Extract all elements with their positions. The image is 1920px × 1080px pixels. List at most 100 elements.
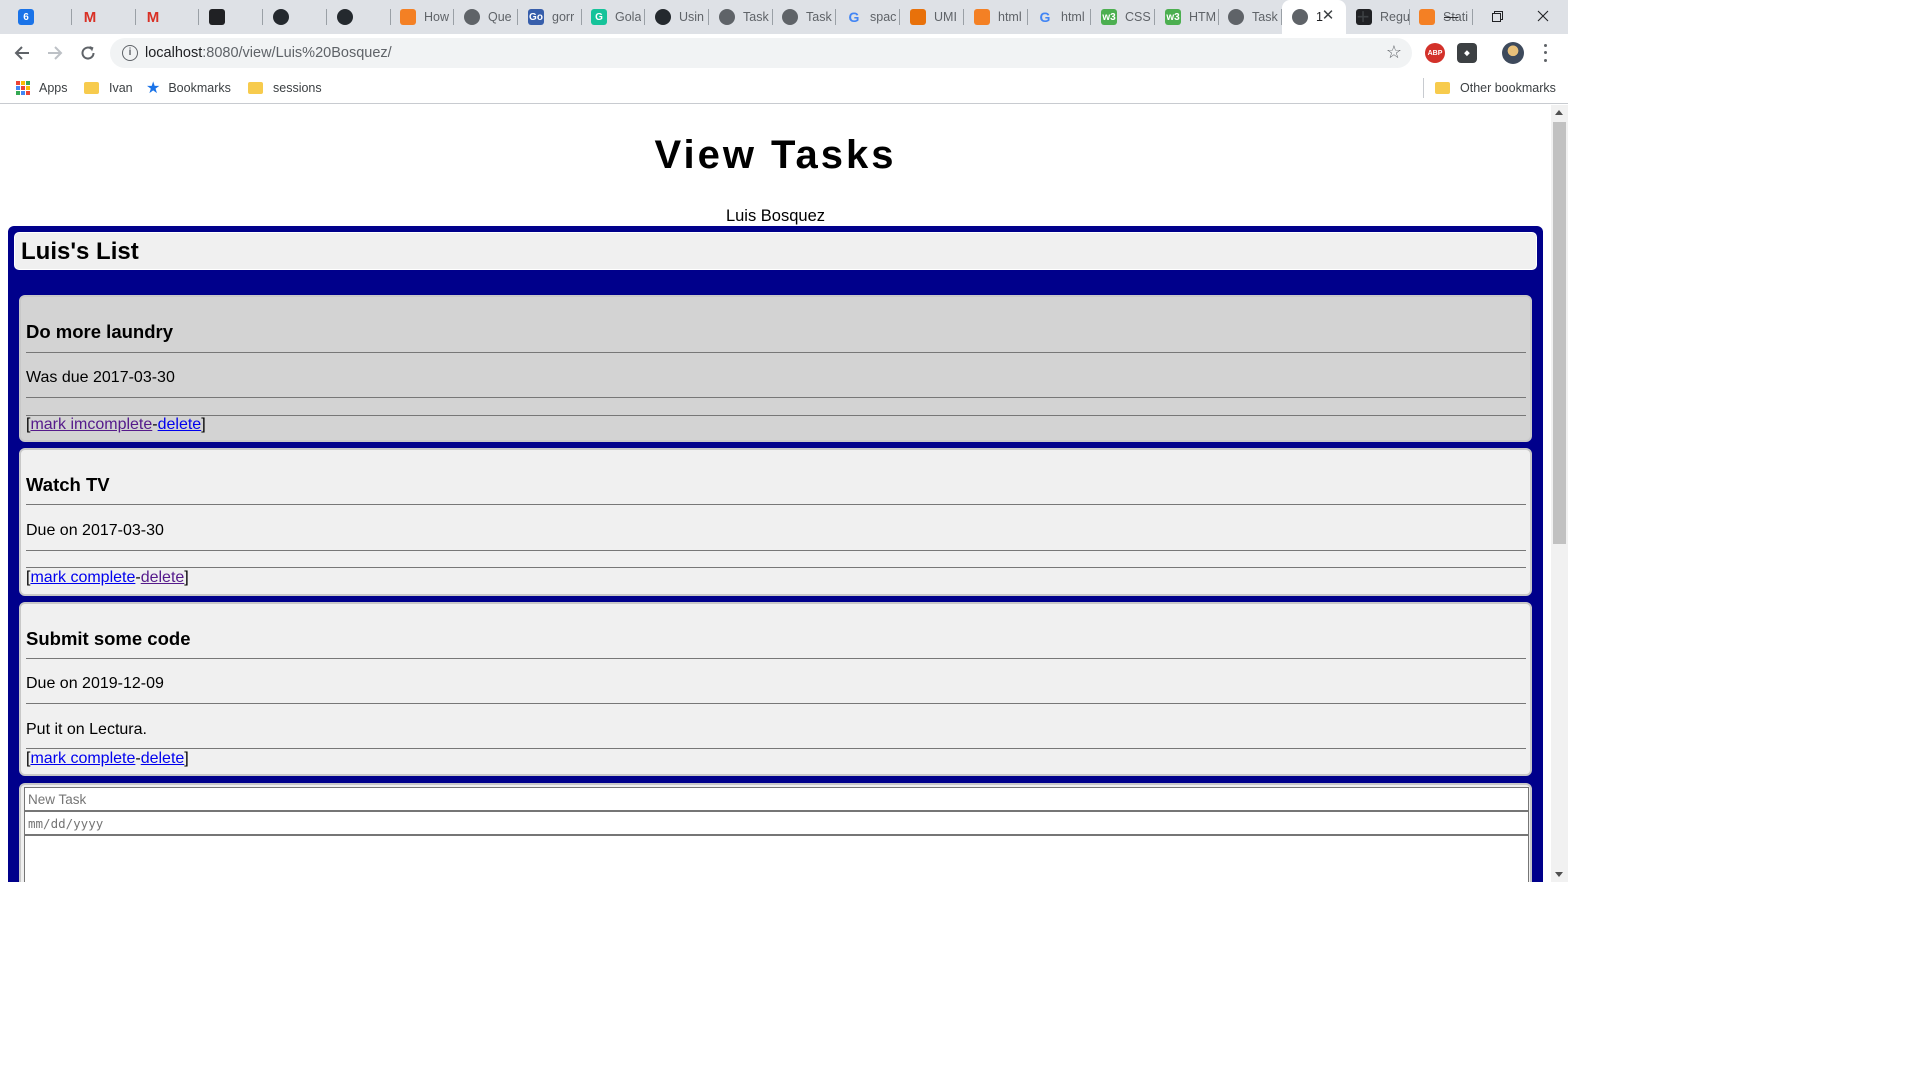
delete-link[interactable]: delete [158,416,202,433]
new-tab-button[interactable]: + [1351,5,1375,29]
task-actions: [mark imcomplete-delete] [26,416,206,433]
info-icon[interactable]: i [122,45,138,61]
browser-tab[interactable]: Que [454,0,518,34]
restore-button[interactable] [1474,0,1520,32]
task-divider [26,415,1526,416]
browser-tab[interactable]: M [72,0,136,34]
google-icon: G [848,9,860,25]
apps-grid-icon [16,81,30,95]
new-task-date-input[interactable] [24,811,1529,835]
task-item: Submit some code Due on 2019-12-09 Put i… [19,602,1532,776]
browser-tab[interactable] [263,0,327,34]
minimize-button[interactable]: — [1428,0,1474,32]
browser-tab[interactable]: G Gola [581,0,645,34]
browser-tab[interactable] [199,0,263,34]
browser-tab[interactable]: Task [1218,0,1282,34]
task-actions: [mark complete-delete] [26,750,189,767]
browser-tab[interactable]: Task [772,0,836,34]
tab-title: Regu [1380,10,1410,24]
browser-tab[interactable] [327,0,391,34]
delete-link[interactable]: delete [141,569,185,586]
bookmark-bookmarks[interactable]: ★ Bookmarks [146,78,231,98]
url-host: localhost [145,45,203,61]
browser-toolbar: i localhost:8080/view/Luis%20Bosquez/ ☆ … [0,34,1568,72]
globe-icon [782,9,798,25]
extension-shield-icon[interactable]: ◆ [1457,43,1477,63]
bookmark-apps-label: Apps [39,81,68,95]
scroll-up-arrow-icon[interactable] [1555,110,1563,115]
browser-tab[interactable]: How [390,0,454,34]
reload-icon [81,46,95,60]
google-icon: G [1039,9,1051,25]
browser-tab[interactable]: UMI [900,0,964,34]
calendar-icon: 6 [18,9,34,25]
browser-tab[interactable]: Ghtml [1027,0,1091,34]
scroll-down-arrow-icon[interactable] [1555,872,1563,877]
arrow-left-icon [14,46,29,60]
browser-tab[interactable]: Gspac [836,0,900,34]
mark-incomplete-link[interactable]: mark imcomplete [30,416,152,433]
forward-button[interactable] [41,39,69,67]
close-window-button[interactable] [1520,0,1566,32]
w3schools-icon: w3 [1101,9,1117,25]
tab-title: CSS [1125,10,1151,24]
tab-title: Task [743,10,769,24]
tab-title: html [998,10,1022,24]
tab-title: Task [1252,10,1278,24]
bookmarks-divider [1423,78,1424,98]
task-divider [26,703,1526,704]
tab-title: gorr [552,10,575,24]
bookmark-other-label: Other bookmarks [1460,81,1556,95]
browser-tab[interactable]: M [135,0,199,34]
mark-complete-link[interactable]: mark complete [30,569,135,586]
tab-title: spac [870,10,897,24]
browser-tab[interactable]: html [964,0,1028,34]
github-icon [273,9,289,25]
bookmark-other[interactable]: Other bookmarks [1435,78,1556,98]
new-task-form [19,783,1532,882]
browser-tab[interactable]: w3 CSS [1091,0,1155,34]
list-header: Luis's List [14,232,1537,270]
tab-active[interactable]: 1 ✕ [1282,0,1346,34]
scroll-thumb[interactable] [1553,122,1566,544]
chrome-menu-icon[interactable] [1537,42,1553,64]
reload-button[interactable] [74,39,102,67]
bookmark-bookmarks-label: Bookmarks [168,81,231,95]
globe-icon [1292,9,1308,25]
close-tab-icon[interactable]: ✕ [1320,8,1336,24]
profile-avatar[interactable] [1502,42,1524,64]
bookmark-ivan[interactable]: Ivan [84,78,133,98]
uml-icon [910,9,926,25]
folder-icon [248,82,263,94]
bookmark-apps[interactable]: Apps [16,78,68,98]
task-due: Was due 2017-03-30 [26,369,175,386]
task-item: Do more laundry Was due 2017-03-30 [mark… [19,295,1532,442]
globe-icon [1228,9,1244,25]
browser-tab[interactable]: 6 [8,0,72,34]
address-bar[interactable]: i localhost:8080/view/Luis%20Bosquez/ ☆ [110,38,1412,68]
url-text[interactable]: localhost:8080/view/Luis%20Bosquez/ [145,45,392,61]
browser-tab[interactable]: w3 HTM [1155,0,1219,34]
tab-title: Usin [679,10,705,24]
globe-icon [719,9,735,25]
page-scrollbar[interactable] [1551,105,1568,882]
task-actions: [mark complete-delete] [26,569,189,586]
browser-tab[interactable]: Task [709,0,773,34]
mark-complete-link[interactable]: mark complete [30,750,135,767]
back-button[interactable] [8,39,36,67]
bookmark-star-icon[interactable]: ☆ [1386,42,1402,63]
gmail-icon: M [146,8,160,26]
bookmark-sessions-label: sessions [273,81,322,95]
task-divider [26,567,1526,568]
browser-tab[interactable]: Go gorr [518,0,582,34]
adblock-plus-icon[interactable]: ABP [1425,43,1445,63]
username: Luis Bosquez [725,207,826,225]
task-due: Due on 2017-03-30 [26,522,164,539]
bookmark-sessions[interactable]: sessions [248,78,322,98]
browser-tab[interactable]: Usin [645,0,709,34]
new-task-description-input[interactable] [24,835,1529,882]
new-task-title-input[interactable] [24,787,1529,811]
delete-link[interactable]: delete [141,750,185,767]
restore-icon [1491,10,1503,22]
task-item: Watch TV Due on 2017-03-30 [mark complet… [19,448,1532,596]
